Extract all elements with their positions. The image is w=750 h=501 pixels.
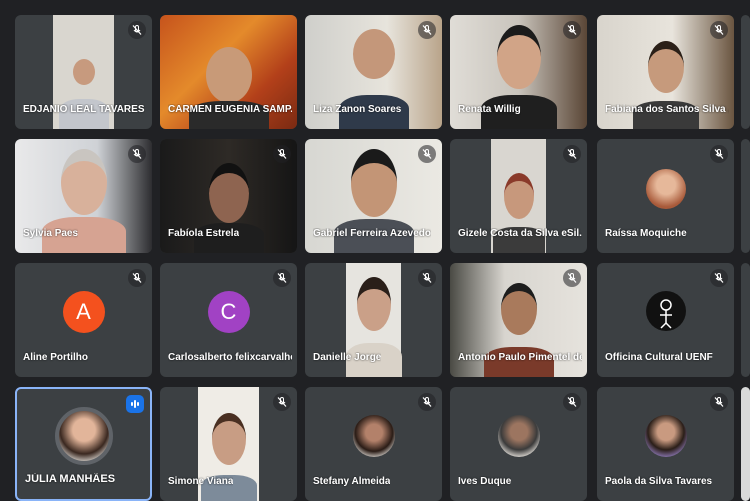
mic-off-icon bbox=[563, 393, 581, 411]
speaking-icon bbox=[126, 395, 144, 413]
participant-name: Gabriel Ferreira Azevedo bbox=[313, 228, 432, 239]
participant-tile[interactable]: Stefany Almeida bbox=[305, 387, 442, 501]
participant-tile[interactable]: A Aline Portilho bbox=[15, 263, 152, 377]
participant-tile[interactable]: EDJANIO LEAL TAVARES bbox=[15, 15, 152, 129]
mic-off-icon bbox=[710, 21, 728, 39]
participant-name: JÚLIA MANHÃES bbox=[25, 473, 116, 485]
mic-off-icon bbox=[273, 393, 291, 411]
participant-name: Gizele Costa da Silva eSil... bbox=[458, 228, 582, 239]
mic-off-icon bbox=[418, 393, 436, 411]
participant-tile[interactable]: CARMEN EUGENIA SAMP... bbox=[160, 15, 297, 129]
mic-off-icon bbox=[273, 269, 291, 287]
participant-tile[interactable]: Paola da Silva Tavares bbox=[597, 387, 734, 501]
participant-name: Antonio Paulo Pimentel de... bbox=[458, 352, 582, 363]
participant-tile[interactable]: Raíssa Moquiche bbox=[597, 139, 734, 253]
avatar bbox=[497, 415, 540, 457]
participant-tile[interactable]: Simone Viana bbox=[160, 387, 297, 501]
mic-off-icon bbox=[418, 145, 436, 163]
avatar bbox=[352, 415, 395, 457]
participant-name: Raíssa Moquiche bbox=[605, 228, 687, 239]
mic-off-icon bbox=[563, 269, 581, 287]
partial-participant-tile[interactable] bbox=[741, 263, 750, 377]
avatar bbox=[645, 169, 686, 209]
participant-tile[interactable]: Sylvia Paes bbox=[15, 139, 152, 253]
participant-name: Simone Viana bbox=[168, 476, 234, 487]
partial-participant-tile[interactable] bbox=[741, 15, 750, 129]
participant-name: Carlosalberto felixcarvalho bbox=[168, 352, 292, 363]
mic-off-icon bbox=[418, 269, 436, 287]
participant-name: Officina Cultural UENF bbox=[605, 352, 713, 363]
avatar bbox=[54, 407, 113, 465]
mic-off-icon bbox=[128, 21, 146, 39]
participant-tile[interactable]: Renata Willig bbox=[450, 15, 587, 129]
mic-off-icon bbox=[710, 393, 728, 411]
participant-tile[interactable]: Ives Duque bbox=[450, 387, 587, 501]
participant-tile[interactable]: Fabiana dos Santos Silva ... bbox=[597, 15, 734, 129]
mic-off-icon bbox=[418, 21, 436, 39]
logo-avatar bbox=[645, 291, 686, 331]
participant-tile[interactable]: Fabíola Estrela bbox=[160, 139, 297, 253]
avatar: A bbox=[62, 291, 105, 333]
participant-tile-active-speaker[interactable]: JÚLIA MANHÃES bbox=[15, 387, 152, 501]
participant-name: Renata Willig bbox=[458, 104, 521, 115]
participant-name: Fabíola Estrela bbox=[168, 228, 240, 239]
participant-name: EDJANIO LEAL TAVARES bbox=[23, 104, 145, 115]
mic-off-icon bbox=[563, 21, 581, 39]
participant-tile[interactable]: C Carlosalberto felixcarvalho bbox=[160, 263, 297, 377]
participant-tile[interactable]: Officina Cultural UENF bbox=[597, 263, 734, 377]
partial-participant-tile[interactable] bbox=[741, 139, 750, 253]
participant-tile[interactable]: Antonio Paulo Pimentel de... bbox=[450, 263, 587, 377]
participant-name: Liza Zanon Soares bbox=[313, 104, 402, 115]
mic-off-icon bbox=[273, 145, 291, 163]
participant-name: Paola da Silva Tavares bbox=[605, 476, 713, 487]
mic-off-icon bbox=[710, 145, 728, 163]
avatar: C bbox=[207, 291, 250, 333]
participant-name: Ives Duque bbox=[458, 476, 512, 487]
participant-name: Stefany Almeida bbox=[313, 476, 391, 487]
participant-tile[interactable]: Gizele Costa da Silva eSil... bbox=[450, 139, 587, 253]
participant-tile[interactable]: Liza Zanon Soares bbox=[305, 15, 442, 129]
participant-tile[interactable]: Danielle Jorge bbox=[305, 263, 442, 377]
mic-off-icon bbox=[128, 269, 146, 287]
partial-participant-tile[interactable] bbox=[741, 387, 750, 501]
participant-name: CARMEN EUGENIA SAMP... bbox=[168, 104, 292, 115]
avatar bbox=[644, 415, 687, 457]
participant-name: Aline Portilho bbox=[23, 352, 88, 363]
participant-name: Sylvia Paes bbox=[23, 228, 79, 239]
mic-off-icon bbox=[563, 145, 581, 163]
participant-grid: EDJANIO LEAL TAVARES CARMEN EUGENIA SAMP… bbox=[0, 0, 750, 501]
participant-tile[interactable]: Gabriel Ferreira Azevedo bbox=[305, 139, 442, 253]
participant-name: Fabiana dos Santos Silva ... bbox=[605, 104, 729, 115]
mic-off-icon bbox=[128, 145, 146, 163]
participant-name: Danielle Jorge bbox=[313, 352, 382, 363]
mic-off-icon bbox=[710, 269, 728, 287]
